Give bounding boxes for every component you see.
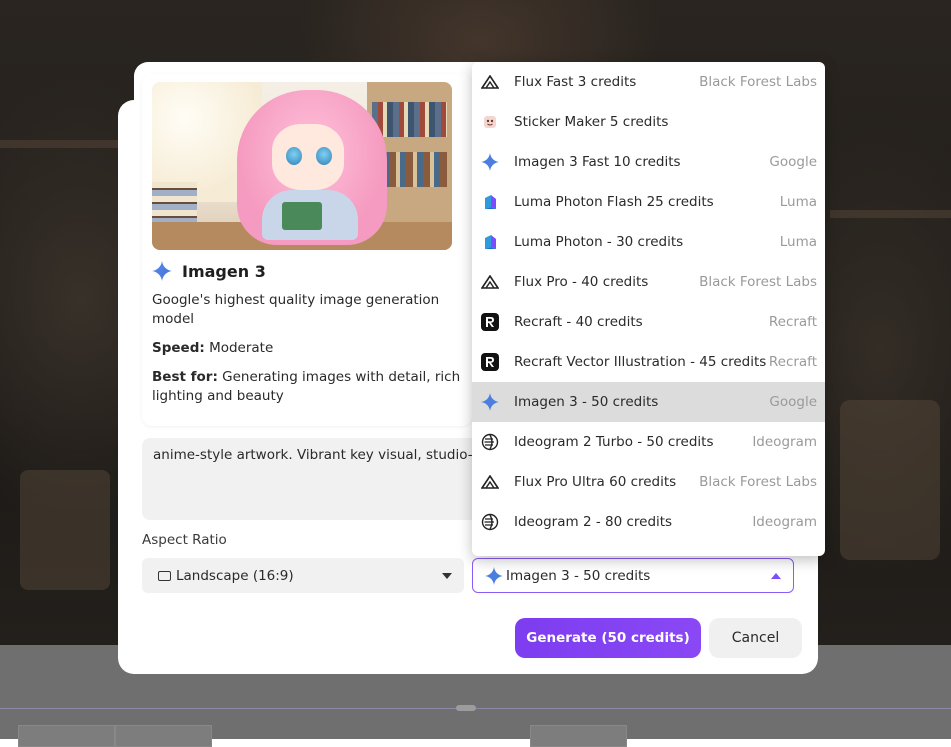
model-option-label: Flux Pro - 40 credits <box>514 274 649 290</box>
landscape-icon <box>158 570 171 581</box>
model-option[interactable]: Imagen 3 Fast 10 credits Google <box>472 142 825 182</box>
ideogram-icon <box>481 513 499 531</box>
model-title: Imagen 3 <box>182 261 266 281</box>
model-option-provider: Recraft <box>768 314 817 330</box>
model-speed: Speed: Moderate <box>152 339 273 358</box>
resize-handle <box>456 705 476 711</box>
model-option-provider: Luma <box>779 234 817 250</box>
gemini-sparkle-icon <box>152 261 172 281</box>
model-option-provider: Black Forest Labs <box>699 274 817 290</box>
luma-icon <box>481 233 499 251</box>
background-object <box>20 470 110 590</box>
model-option-label: Recraft - 40 credits <box>514 314 643 330</box>
black-forest-labs-icon <box>481 73 499 91</box>
model-option-provider: Black Forest Labs <box>699 74 817 90</box>
speed-label: Speed: <box>152 340 205 356</box>
model-select[interactable]: Imagen 3 - 50 credits <box>472 558 794 593</box>
bestfor-label: Best for: <box>152 369 218 385</box>
model-description: Google's highest quality image generatio… <box>152 292 440 327</box>
chevron-down-icon <box>442 572 452 579</box>
model-select-value: Imagen 3 - 50 credits <box>506 567 651 584</box>
model-option[interactable]: Recraft Vector Illustration - 45 credits… <box>472 342 825 382</box>
model-option-label: Flux Fast 3 credits <box>514 74 637 90</box>
background-thumbnail <box>115 725 212 747</box>
model-option-provider: Black Forest Labs <box>699 474 817 490</box>
model-option-label: Imagen 3 - 50 credits <box>514 394 659 410</box>
gemini-sparkle-icon <box>485 566 503 585</box>
model-option-label: Luma Photon Flash 25 credits <box>514 194 714 210</box>
recraft-icon <box>481 313 499 331</box>
model-option-provider: Luma <box>779 194 817 210</box>
model-option-label: Ideogram 2 Turbo - 50 credits <box>514 434 714 450</box>
model-option[interactable]: Flux Fast 3 credits Black Forest Labs <box>472 62 825 102</box>
model-option[interactable]: Recraft - 40 credits Recraft <box>472 302 825 342</box>
model-preview-image <box>152 82 452 250</box>
sticker-icon <box>481 113 499 131</box>
model-option[interactable]: Sticker Maker 5 credits <box>472 102 825 142</box>
generate-button[interactable]: Generate (50 credits) <box>515 618 701 658</box>
model-option-label: Luma Photon - 30 credits <box>514 234 684 250</box>
background-thumbnail <box>530 725 627 747</box>
model-option[interactable]: Ideogram 2 - 80 credits Ideogram <box>472 502 825 542</box>
recraft-icon <box>481 353 499 371</box>
model-option[interactable]: Ideogram 2 Turbo - 50 credits Ideogram <box>472 422 825 462</box>
model-best-for: Best for: Generating images with detail,… <box>152 368 462 406</box>
model-option-label: Flux Pro Ultra 60 credits <box>514 474 677 490</box>
model-title-row: Imagen 3 <box>152 260 266 282</box>
speed-value: Moderate <box>209 340 274 356</box>
aspect-ratio-label: Aspect Ratio <box>142 532 227 548</box>
chevron-up-icon <box>771 572 781 579</box>
background-object <box>840 400 940 560</box>
model-option-label: Imagen 3 Fast 10 credits <box>514 154 681 170</box>
model-option[interactable]: Luma Photon - 30 credits Luma <box>472 222 825 262</box>
black-forest-labs-icon <box>481 273 499 291</box>
model-option[interactable]: Flux Pro - 40 credits Black Forest Labs <box>472 262 825 302</box>
model-option-label: Ideogram 2 - 80 credits <box>514 514 673 530</box>
ideogram-icon <box>481 433 499 451</box>
gemini-sparkle-icon <box>481 153 499 171</box>
model-option-label: Recraft Vector Illustration - 45 credits <box>514 354 767 370</box>
background-shelf <box>830 210 951 218</box>
background-thumbnail <box>18 725 115 747</box>
model-dropdown-list: Flux Fast 3 credits Black Forest Labs Stic… <box>472 62 825 556</box>
cancel-button[interactable]: Cancel <box>709 618 802 658</box>
background-shelf <box>0 140 120 148</box>
model-option-provider: Google <box>769 154 817 170</box>
model-option[interactable]: Luma Photon Flash 25 credits Luma <box>472 182 825 222</box>
black-forest-labs-icon <box>481 473 499 491</box>
model-option-provider: Ideogram <box>752 514 817 530</box>
luma-icon <box>481 193 499 211</box>
model-option-label: Sticker Maker 5 credits <box>514 114 669 130</box>
aspect-ratio-select[interactable]: Landscape (16:9) <box>142 558 464 593</box>
prompt-textarea[interactable]: anime-style artwork. Vibrant key visual,… <box>142 438 487 520</box>
model-option[interactable]: Flux Pro Ultra 60 credits Black Forest La… <box>472 462 825 502</box>
model-option[interactable]: Imagen 3 - 50 credits Google <box>472 382 825 422</box>
model-option-provider: Google <box>769 394 817 410</box>
aspect-ratio-value: Landscape (16:9) <box>176 567 294 584</box>
model-option-provider: Ideogram <box>752 434 817 450</box>
model-option-provider: Recraft <box>768 354 817 370</box>
gemini-sparkle-icon <box>481 393 499 411</box>
